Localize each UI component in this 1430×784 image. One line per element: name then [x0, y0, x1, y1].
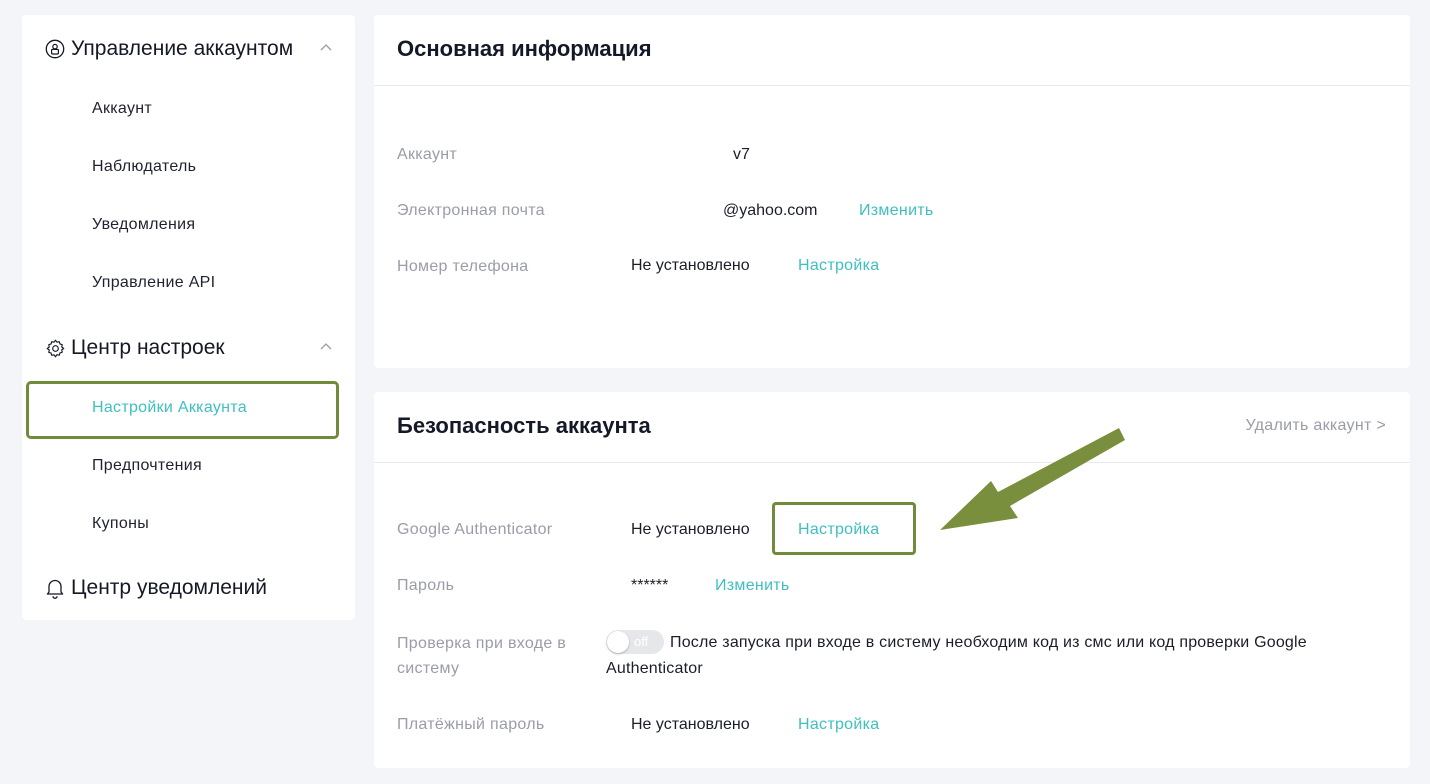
login-verification-description: После запуска при входе в систему необхо… [606, 634, 1307, 677]
security-card: Безопасность аккаунта Удалить аккаунт > … [374, 392, 1410, 768]
bell-icon [44, 577, 66, 599]
setup-google-auth-link[interactable]: Настройка [798, 518, 879, 542]
row-value: v7 [733, 146, 750, 163]
row-label: Аккаунт [397, 146, 458, 163]
card-title: Безопасность аккаунта [397, 413, 651, 438]
card-title: Основная информация [397, 36, 652, 61]
row-value: Не установлено [631, 716, 750, 733]
row-label: Электронная почта [397, 202, 545, 219]
sidebar-group-settings-center[interactable]: Центр настроек [44, 330, 334, 366]
row-label: Проверка при входе в систему [397, 635, 567, 677]
sidebar-group-notification-center[interactable]: Центр уведомлений [44, 570, 334, 606]
card-header: Безопасность аккаунта Удалить аккаунт > [374, 392, 1410, 463]
setup-payment-password-link[interactable]: Настройка [798, 713, 879, 737]
sidebar-item-preferences[interactable]: Предпочтения [92, 451, 332, 481]
gear-icon [44, 337, 66, 359]
toggle-label: off [634, 634, 649, 649]
chevron-up-icon[interactable] [318, 39, 334, 55]
chevron-up-icon[interactable] [318, 338, 334, 354]
row-label: Платёжный пароль [397, 716, 545, 733]
row-value: ****** [631, 577, 669, 594]
change-email-link[interactable]: Изменить [859, 199, 934, 223]
row-value: @yahoo.com [723, 202, 818, 219]
row-value: Не установлено [631, 521, 750, 538]
row-label: Номер телефона [397, 258, 529, 275]
row-label: Пароль [397, 577, 455, 594]
sidebar-item-account[interactable]: Аккаунт [92, 94, 332, 124]
info-row-email: Электронная почта @yahoo.com Изменить [374, 199, 1410, 229]
security-row-payment-password: Платёжный пароль Не установлено Настройк… [374, 713, 1410, 743]
sidebar-group-title: Управление аккаунтом [71, 37, 294, 60]
toggle-knob [607, 631, 629, 653]
change-password-link[interactable]: Изменить [715, 574, 790, 598]
login-verification-toggle[interactable]: off [606, 630, 664, 654]
user-shield-icon [44, 38, 66, 60]
info-row-phone: Номер телефона Не установлено Настройка [374, 254, 1410, 284]
row-value: Не установлено [631, 257, 750, 274]
security-row-password: Пароль ****** Изменить [374, 574, 1410, 604]
sidebar-group-title: Центр настроек [71, 336, 225, 359]
setup-phone-link[interactable]: Настройка [798, 254, 879, 278]
row-label: Google Authenticator [397, 521, 553, 538]
sidebar-group-account-management[interactable]: Управление аккаунтом [44, 31, 334, 67]
security-row-google-auth: Google Authenticator Не установлено Наст… [374, 518, 1410, 548]
annotation-arrow-icon [940, 428, 1125, 530]
delete-account-link[interactable]: Удалить аккаунт > [1245, 417, 1386, 435]
card-header: Основная информация [374, 15, 1410, 86]
basic-info-card: Основная информация Аккаунт v7 Электронн… [374, 15, 1410, 368]
sidebar: Управление аккаунтом Аккаунт Наблюдатель… [22, 15, 355, 620]
sidebar-group-title: Центр уведомлений [71, 576, 267, 599]
info-row-account: Аккаунт v7 [374, 143, 1410, 173]
sidebar-item-api-management[interactable]: Управление API [92, 268, 332, 298]
sidebar-item-notifications[interactable]: Уведомления [92, 210, 332, 240]
sidebar-item-observer[interactable]: Наблюдатель [92, 152, 332, 182]
sidebar-item-coupons[interactable]: Купоны [92, 509, 332, 539]
sidebar-item-account-settings[interactable]: Настройки Аккаунта [92, 393, 332, 423]
